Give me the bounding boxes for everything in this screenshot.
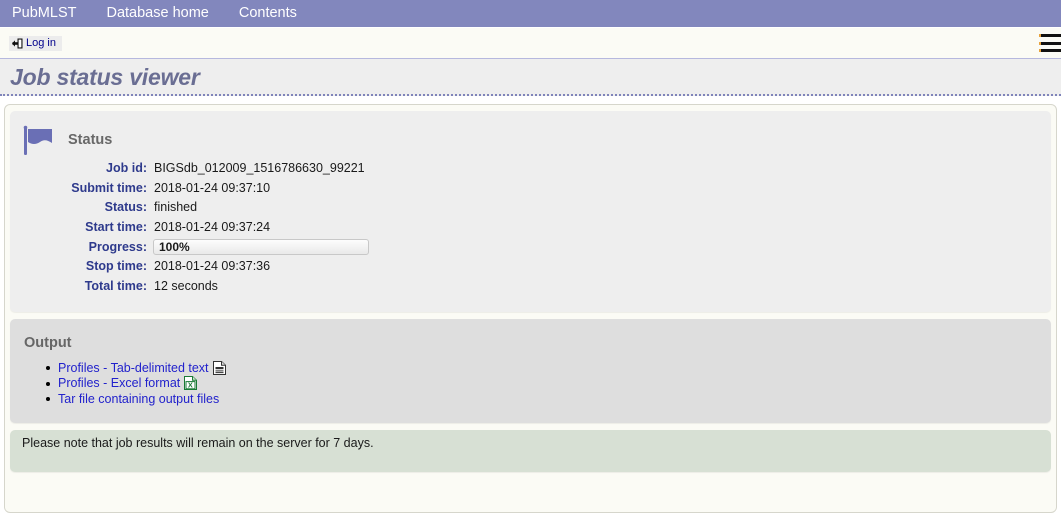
status-field-total-time: Total time: 12 seconds [10,279,1051,299]
field-label: Stop time: [85,258,147,273]
status-field-list: Job id: BIGSdb_012009_1516786630_99221 S… [10,161,1051,298]
hamburger-bar [1039,49,1061,52]
field-label: Job id: [106,161,147,175]
status-panel-header: Status [10,119,1051,161]
content-shell: Status Job id: BIGSdb_012009_1516786630_… [4,104,1057,513]
field-value: BIGSdb_012009_1516786630_99221 [154,161,365,175]
page-title-bar: Job status viewer [0,59,1061,96]
text-file-icon[interactable] [212,360,226,375]
field-label: Status: [104,200,147,215]
output-link-tab-delimited[interactable]: Profiles - Tab-delimited text [58,361,209,375]
status-panel-title: Status [68,132,113,148]
list-item: Tar file containing output files [46,391,1051,407]
login-arrow-icon [12,38,23,49]
output-link-excel[interactable]: Profiles - Excel format [58,376,180,390]
field-value: 2018-01-24 09:37:36 [154,258,271,273]
field-label: Total time: [84,278,147,293]
hamburger-bar [1039,41,1061,45]
status-field-progress: Progress: 100% [10,239,1051,259]
status-field-start-time: Start time: 2018-01-24 09:37:24 [10,220,1051,240]
list-item: Profiles - Tab-delimited text [46,360,1051,376]
status-panel: Status Job id: BIGSdb_012009_1516786630_… [10,111,1051,312]
utility-bar: Log in [0,27,1061,58]
output-panel: Output Profiles - Tab-delimited text Pro… [10,319,1051,423]
log-in-label: Log in [26,37,56,49]
page-title: Job status viewer [10,64,200,90]
field-label: Submit time: [71,180,147,195]
field-value: finished [154,200,198,215]
status-field-submit-time: Submit time: 2018-01-24 09:37:10 [10,181,1051,201]
list-item: Profiles - Excel format X [46,376,1051,392]
nav-item-pubmlst[interactable]: PubMLST [12,0,76,27]
status-field-stop-time: Stop time: 2018-01-24 09:37:36 [10,259,1051,279]
field-value: 2018-01-24 09:37:10 [154,180,271,195]
status-field-job-id: Job id: BIGSdb_012009_1516786630_99221 [10,161,1051,181]
top-navigation-bar: PubMLST Database home Contents [0,0,1061,27]
progress-value: 100% [159,240,190,255]
hamburger-bar [1039,34,1061,37]
retention-notice-text: Please note that job results will remain… [22,436,374,450]
hamburger-menu-icon[interactable] [1039,34,1061,52]
flag-icon [22,124,56,156]
retention-notice: Please note that job results will remain… [10,430,1051,472]
output-link-list: Profiles - Tab-delimited text Profiles -… [24,360,1051,407]
log-in-button[interactable]: Log in [9,36,62,51]
svg-text:X: X [188,381,193,390]
field-label: Start time: [85,219,147,234]
status-field-status: Status: finished [10,200,1051,220]
nav-item-contents[interactable]: Contents [239,0,297,27]
progress-bar: 100% [153,239,369,256]
output-panel-title: Output [24,335,72,351]
nav-item-database-home[interactable]: Database home [106,0,208,27]
excel-file-icon[interactable]: X [184,376,198,391]
field-label: Progress: [88,240,147,255]
output-link-tar-file[interactable]: Tar file containing output files [58,392,219,406]
field-value: 2018-01-24 09:37:24 [154,219,271,234]
field-value: 12 seconds [154,278,218,293]
